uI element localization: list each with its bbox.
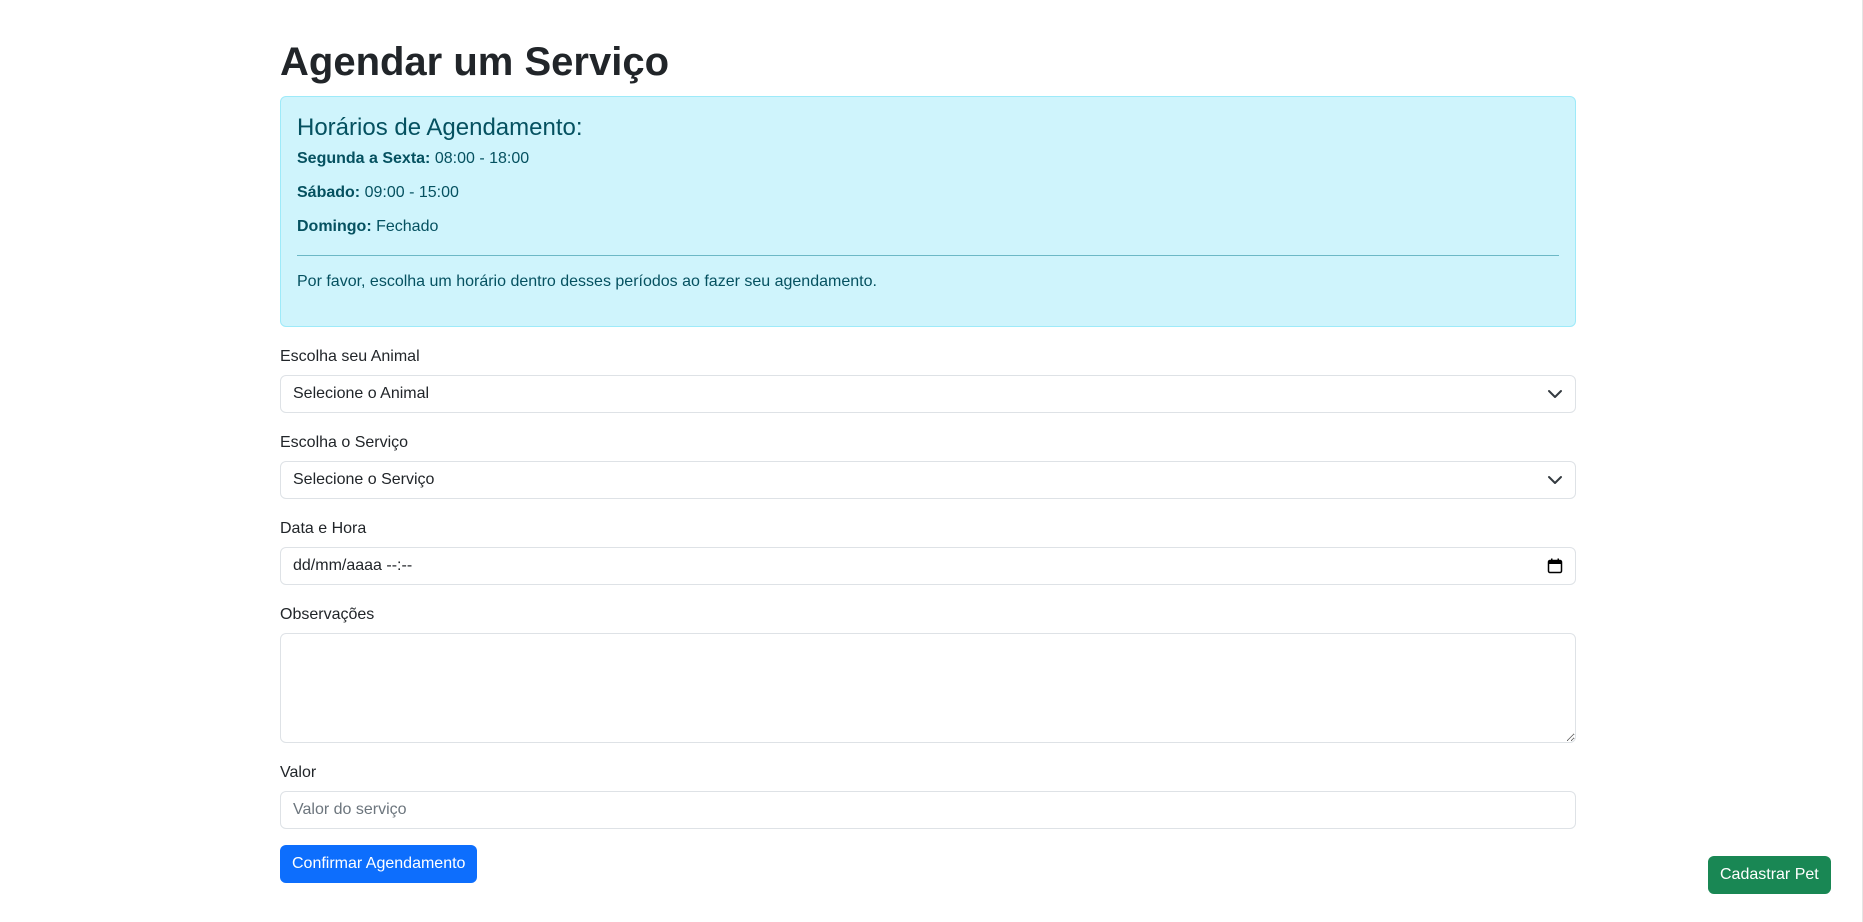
schedule-day: Domingo:	[297, 218, 372, 235]
service-select-value: Selecione o Serviço	[293, 471, 435, 488]
schedule-heading: Horários de Agendamento:	[297, 114, 583, 141]
main-container: Agendar um Serviço Horários de Agendamen…	[280, 0, 1576, 883]
service-select[interactable]: Selecione o Serviço	[280, 461, 1576, 499]
schedule-day: Sábado:	[297, 184, 361, 201]
schedule-info-box: Horários de Agendamento: Segunda a Sexta…	[280, 96, 1576, 327]
confirm-booking-button[interactable]: Confirmar Agendamento	[280, 845, 478, 883]
schedule-row-sunday: Domingo: Fechado	[297, 217, 1559, 237]
price-input[interactable]	[280, 791, 1576, 829]
register-pet-button[interactable]: Cadastrar Pet	[1708, 856, 1831, 894]
animal-select-value: Selecione o Animal	[293, 385, 430, 402]
animal-label: Escolha seu Animal	[280, 348, 420, 365]
page-title: Agendar um Serviço	[280, 40, 670, 84]
animal-select[interactable]: Selecione o Animal	[280, 375, 1576, 413]
chevron-down-icon	[1548, 476, 1562, 484]
divider	[297, 255, 1559, 256]
datetime-input-value: dd/mm/aaaa --:--	[293, 557, 413, 574]
schedule-note: Por favor, escolha um horário dentro des…	[297, 273, 877, 290]
datetime-label: Data e Hora	[280, 520, 367, 537]
schedule-day: Segunda a Sexta:	[297, 150, 431, 167]
schedule-hours: 08:00 - 18:00	[434, 150, 530, 167]
notes-textarea[interactable]	[280, 633, 1576, 743]
notes-label: Observações	[280, 606, 375, 623]
schedule-row-weekdays: Segunda a Sexta: 08:00 - 18:00	[297, 149, 1559, 169]
schedule-row-saturday: Sábado: 09:00 - 15:00	[297, 183, 1559, 203]
price-label: Valor	[280, 764, 317, 781]
calendar-icon[interactable]	[1547, 558, 1563, 574]
datetime-input[interactable]: dd/mm/aaaa --:--	[280, 547, 1576, 585]
service-label: Escolha o Serviço	[280, 434, 409, 451]
schedule-hours: Fechado	[376, 218, 439, 235]
chevron-down-icon	[1548, 390, 1562, 398]
schedule-hours: 09:00 - 15:00	[364, 184, 459, 201]
